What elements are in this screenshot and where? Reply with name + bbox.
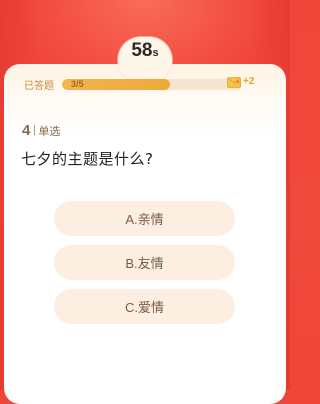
envelope-heart-icon bbox=[227, 77, 241, 88]
timer-value: 58 bbox=[131, 40, 153, 61]
reward-text: +2 bbox=[243, 76, 255, 87]
question-header: 4 单选 bbox=[22, 122, 60, 139]
option-a-button[interactable]: A.亲情 bbox=[54, 201, 235, 236]
progress-track: 3/5 bbox=[62, 78, 242, 90]
question-divider bbox=[34, 125, 36, 135]
question-type: 单选 bbox=[38, 125, 61, 138]
timer-unit: s bbox=[152, 47, 159, 59]
option-b-button[interactable]: B.友情 bbox=[54, 245, 235, 280]
option-c-button[interactable]: C.爱情 bbox=[54, 289, 235, 324]
question-text: 七夕的主题是什么? bbox=[21, 150, 154, 168]
countdown-timer: 58s bbox=[120, 40, 170, 62]
progress-text: 3/5 bbox=[71, 78, 84, 89]
answered-label: 已答题 bbox=[24, 80, 54, 92]
question-number: 4 bbox=[22, 122, 31, 139]
